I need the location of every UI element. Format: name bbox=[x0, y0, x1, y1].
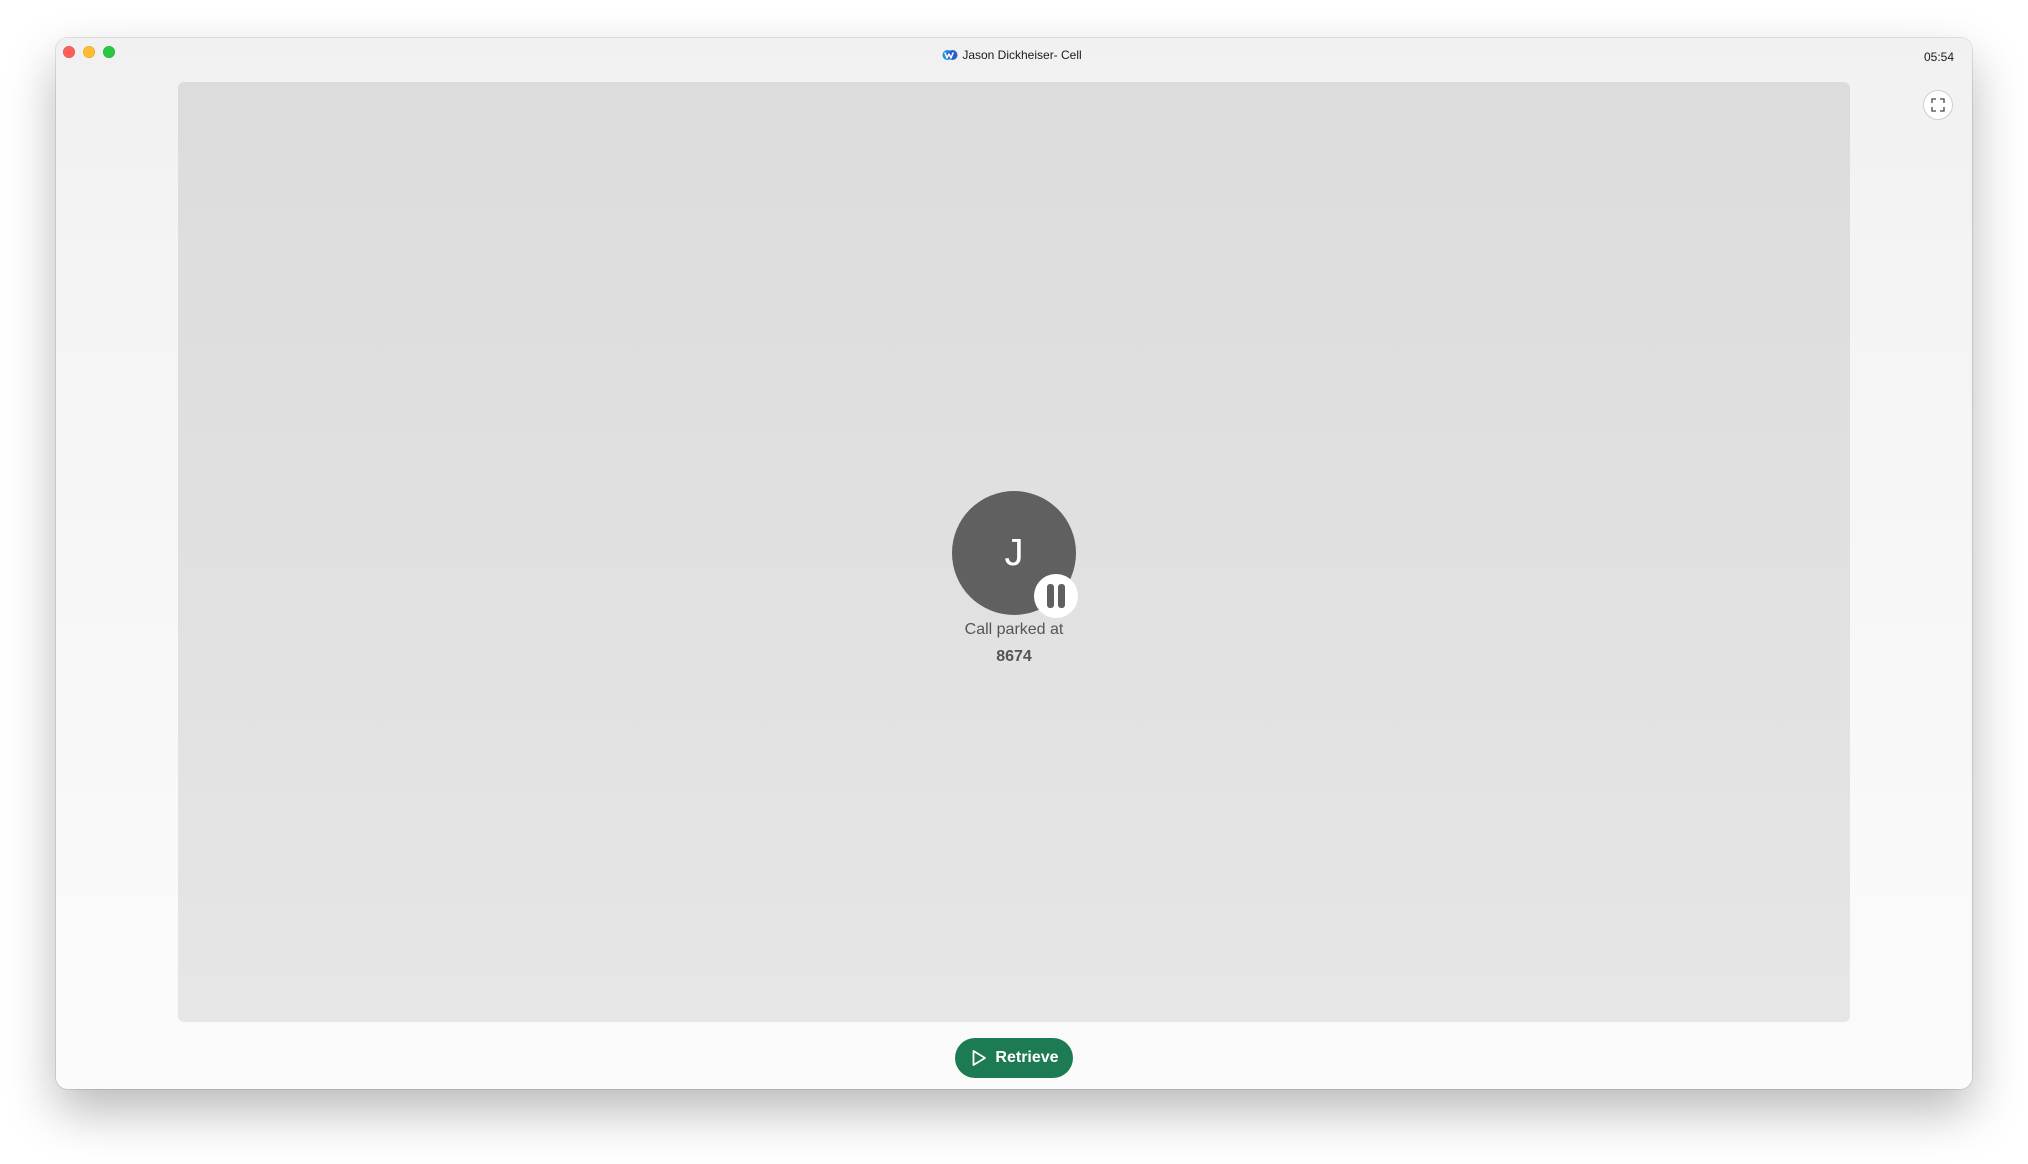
fullscreen-button[interactable] bbox=[1923, 90, 1953, 120]
call-stage: J Call parked at 8674 bbox=[178, 82, 1850, 1022]
call-timer: 05:54 bbox=[1923, 50, 1954, 64]
window-title-text: Jason Dickheiser- Cell bbox=[962, 48, 1082, 62]
title-bar: Jason Dickheiser- Cell 05:54 bbox=[56, 38, 1972, 80]
retrieve-label: Retrieve bbox=[995, 1049, 1059, 1066]
call-status-label: Call parked at bbox=[964, 621, 1064, 638]
hold-badge bbox=[1034, 574, 1078, 618]
call-window: Jason Dickheiser- Cell 05:54 J Call park… bbox=[56, 38, 1972, 1089]
window-title: Jason Dickheiser- Cell bbox=[56, 48, 1972, 65]
play-icon bbox=[973, 1050, 987, 1066]
webex-logo-icon bbox=[942, 50, 958, 60]
pause-icon bbox=[1047, 584, 1065, 608]
fullscreen-icon bbox=[1931, 98, 1945, 112]
avatar-initial: J bbox=[1004, 531, 1024, 574]
retrieve-button[interactable]: Retrieve bbox=[955, 1038, 1073, 1078]
park-number: 8674 bbox=[996, 648, 1032, 665]
